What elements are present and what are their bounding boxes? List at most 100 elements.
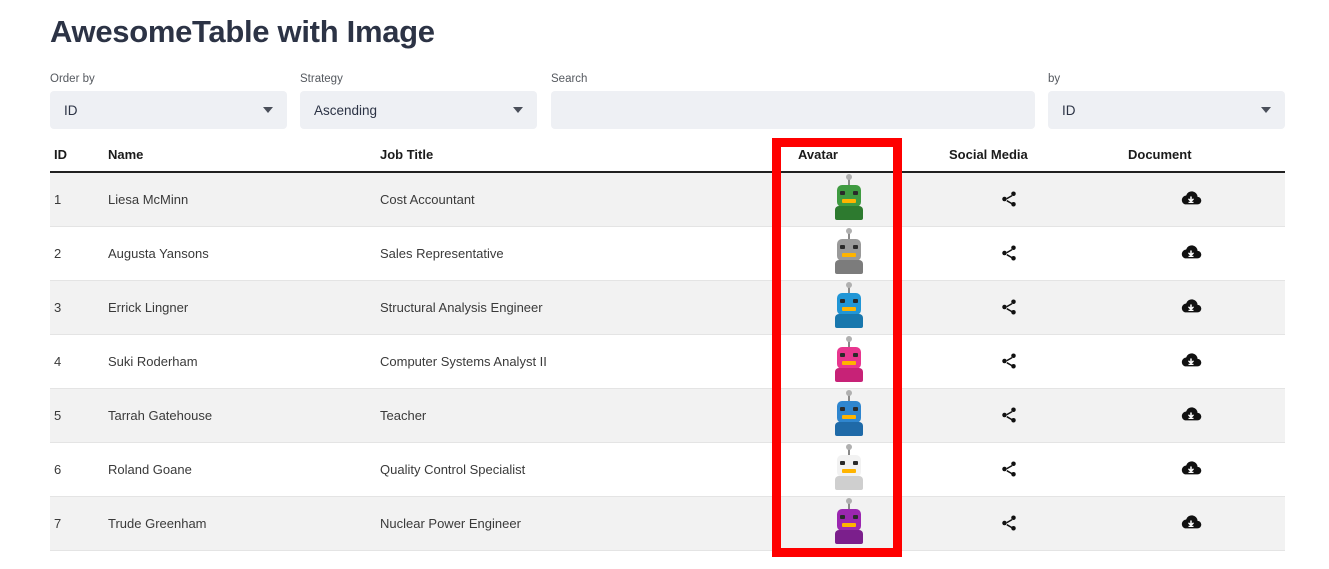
avatar-mouth (841, 415, 856, 419)
cell-id: 2 (50, 226, 104, 281)
avatar-body (834, 260, 863, 274)
cell-social-media (921, 280, 1096, 335)
share-icon[interactable] (921, 460, 1096, 478)
column-header-avatar[interactable]: Avatar (776, 147, 921, 173)
strategy-select[interactable]: Ascending (300, 91, 537, 129)
share-icon[interactable] (921, 352, 1096, 370)
cloud-download-icon[interactable] (1096, 460, 1285, 478)
share-icon[interactable] (921, 514, 1096, 532)
order-by-label: Order by (50, 73, 95, 85)
cloud-download-icon[interactable] (1096, 406, 1285, 424)
avatar-wrap (776, 498, 921, 544)
avatar-wrap (776, 444, 921, 490)
table-row[interactable]: 6 Roland Goane Quality Control Specialist (50, 442, 1285, 497)
table-row[interactable]: 5 Tarrah Gatehouse Teacher (50, 388, 1285, 443)
cell-social-media (921, 496, 1096, 551)
chevron-down-icon (263, 107, 273, 113)
cell-name: Trude Greenham (104, 496, 376, 551)
cell-id: 6 (50, 442, 104, 497)
cell-job-title: Teacher (376, 388, 776, 443)
avatar (829, 174, 869, 221)
avatar-eyes (839, 515, 858, 519)
share-icon[interactable] (921, 298, 1096, 316)
cell-name: Tarrah Gatehouse (104, 388, 376, 443)
page-root: AwesomeTable with Image Order by ID Stra… (0, 0, 1329, 569)
avatar-body (834, 314, 863, 328)
column-header-name[interactable]: Name (104, 147, 376, 173)
cell-job-title: Nuclear Power Engineer (376, 496, 776, 551)
share-icon[interactable] (921, 244, 1096, 262)
cell-name: Augusta Yansons (104, 226, 376, 281)
data-table-container: ID Name Job Title Avatar Social Media Do… (50, 147, 1285, 551)
avatar-eyes (839, 461, 858, 465)
cell-job-title: Structural Analysis Engineer (376, 280, 776, 335)
by-field: by ID (1048, 72, 1285, 129)
cell-social-media (921, 172, 1096, 227)
table-header: ID Name Job Title Avatar Social Media Do… (50, 147, 1285, 173)
cell-document (1096, 280, 1285, 335)
cloud-download-icon[interactable] (1096, 514, 1285, 532)
column-header-job-title[interactable]: Job Title (376, 147, 776, 173)
avatar-wrap (776, 174, 921, 221)
cloud-download-icon[interactable] (1096, 244, 1285, 262)
avatar-body (834, 530, 863, 544)
cell-document (1096, 496, 1285, 551)
table-row[interactable]: 3 Errick Lingner Structural Analysis Engin… (50, 280, 1285, 335)
avatar-wrap (776, 336, 921, 382)
cell-social-media (921, 334, 1096, 389)
cell-id: 1 (50, 172, 104, 227)
search-label: Search (551, 73, 588, 85)
cell-job-title: Quality Control Specialist (376, 442, 776, 497)
cell-avatar (776, 496, 921, 551)
avatar-body (834, 206, 863, 221)
chevron-down-icon (1261, 107, 1271, 113)
avatar-head (836, 347, 861, 369)
cloud-download-icon[interactable] (1096, 298, 1285, 316)
avatar (829, 282, 869, 328)
page-title: AwesomeTable with Image (50, 14, 435, 49)
strategy-label: Strategy (300, 73, 343, 85)
avatar-eyes (839, 407, 858, 411)
avatar (829, 444, 869, 490)
avatar-eyes (839, 353, 858, 357)
cell-document (1096, 172, 1285, 227)
avatar-mouth (841, 253, 856, 257)
table-row[interactable]: 2 Augusta Yansons Sales Representative (50, 226, 1285, 281)
by-label: by (1048, 73, 1061, 85)
avatar-body (834, 476, 863, 490)
avatar-head (836, 185, 861, 208)
table-row[interactable]: 7 Trude Greenham Nuclear Power Engineer (50, 496, 1285, 551)
share-icon[interactable] (921, 190, 1096, 208)
strategy-field: Strategy Ascending (300, 72, 537, 129)
strategy-value: Ascending (314, 102, 378, 118)
cell-social-media (921, 442, 1096, 497)
table-row[interactable]: 1 Liesa McMinn Cost Accountant (50, 172, 1285, 227)
avatar-eyes (839, 245, 858, 249)
column-header-id[interactable]: ID (50, 147, 104, 173)
cell-avatar (776, 280, 921, 335)
table-body: 1 Liesa McMinn Cost Accountant 2 Augusta Ya… (50, 172, 1285, 551)
cell-id: 3 (50, 280, 104, 335)
cell-social-media (921, 388, 1096, 443)
order-by-select[interactable]: ID (50, 91, 287, 129)
cell-id: 7 (50, 496, 104, 551)
column-header-document[interactable]: Document (1096, 147, 1285, 173)
avatar-head (836, 293, 861, 315)
cell-name: Liesa McMinn (104, 172, 376, 227)
cloud-download-icon[interactable] (1096, 352, 1285, 370)
column-header-social-media[interactable]: Social Media (921, 147, 1096, 173)
by-select[interactable]: ID (1048, 91, 1285, 129)
avatar (829, 336, 869, 382)
table-header-row: ID Name Job Title Avatar Social Media Do… (50, 147, 1285, 173)
search-input[interactable] (551, 91, 1035, 129)
cell-avatar (776, 442, 921, 497)
cell-social-media (921, 226, 1096, 281)
order-by-field: Order by ID (50, 72, 287, 129)
table-row[interactable]: 4 Suki Roderham Computer Systems Analyst I… (50, 334, 1285, 389)
avatar-mouth (841, 361, 856, 365)
cloud-download-icon[interactable] (1096, 190, 1285, 208)
share-icon[interactable] (921, 406, 1096, 424)
cell-document (1096, 334, 1285, 389)
avatar-wrap (776, 282, 921, 328)
by-value: ID (1062, 102, 1076, 118)
